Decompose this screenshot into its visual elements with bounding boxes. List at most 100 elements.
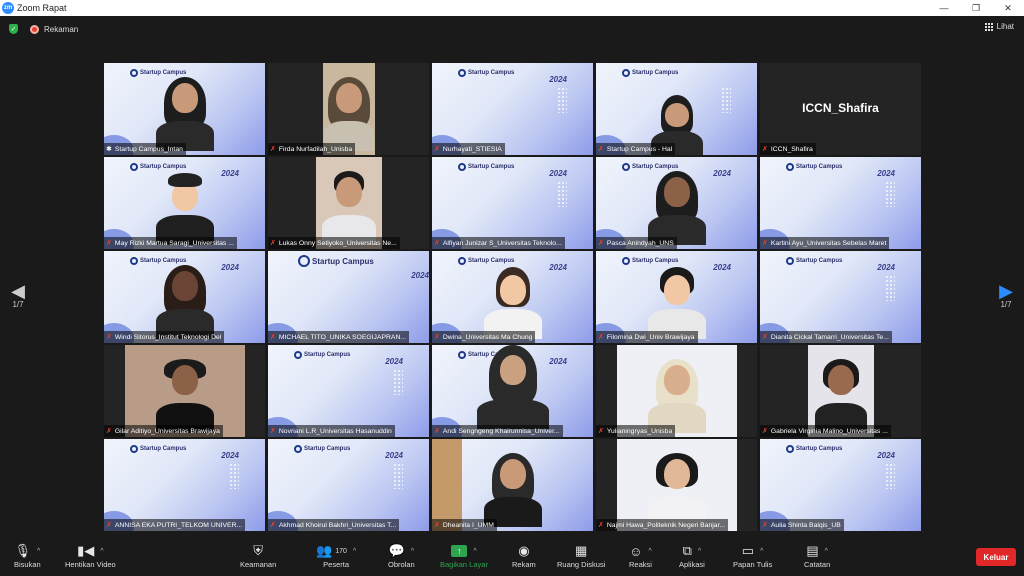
participant-tile[interactable]: Startup Campus 2024 ✗ Alfiyan Junizar S_U… <box>432 157 593 249</box>
participant-tile[interactable]: ✗ Najmi Hawa_Politeknik Negeri Banjar... <box>596 439 757 531</box>
participant-tile[interactable]: Startup Campus 2024 ✗ Novriani L.R_Univer… <box>268 345 429 437</box>
participant-tile[interactable]: Startup Campus ✱ Startup Campus_Intan <box>104 63 265 155</box>
participant-tile[interactable]: Startup Campus 2024 ✗ Filomina Dwi_Univ B… <box>596 251 757 343</box>
minimize-button[interactable]: — <box>928 0 960 16</box>
recording-icon <box>30 24 39 34</box>
participant-name-label: ✗ Akhmad Khoirul Bakhri_Universitas T... <box>268 519 400 531</box>
mic-muted-icon: ✗ <box>434 428 440 435</box>
startup-campus-logo: Startup Campus <box>458 257 514 265</box>
apps-icon: ⧉ <box>682 543 692 558</box>
startup-campus-logo: Startup Campus <box>458 163 514 171</box>
startup-campus-logo: Startup Campus <box>786 163 842 171</box>
chevron-up-icon[interactable]: ^ <box>648 548 651 555</box>
security-label: Keamanan <box>240 560 277 569</box>
maximize-button[interactable]: ❐ <box>960 0 992 16</box>
breakout-rooms-label: Ruang Diskusi <box>557 560 606 569</box>
participant-tile[interactable]: ✗ Gilar Aditiyo_Universitas Brawijaya <box>104 345 265 437</box>
startup-campus-logo: Startup Campus <box>622 69 678 77</box>
mic-muted-icon: ✗ <box>270 428 276 435</box>
whiteboard-button[interactable]: ▭ ^ Papan Tulis <box>733 542 772 569</box>
participant-tile[interactable]: Startup Campus 2024 ✗ Nurhayati_STIESIA <box>432 63 593 155</box>
apps-label: Aplikasi <box>679 560 705 569</box>
mic-muted-icon: ✗ <box>598 146 604 153</box>
zoom-app-icon: zm <box>2 2 14 14</box>
window-titlebar: zm Zoom Rapat — ❐ ✕ <box>0 0 1024 16</box>
slide-year: 2024 <box>713 263 731 272</box>
apps-button[interactable]: ⧉ ^ Aplikasi <box>679 542 705 569</box>
participant-tile[interactable]: ✗ Dheanita I_UMM <box>432 439 593 531</box>
participant-tile[interactable]: Startup Campus ✗ Startup Campus - Hal <box>596 63 757 155</box>
notes-button[interactable]: ▤ ^ Catatan <box>804 542 830 569</box>
participant-tile[interactable]: ✗ Firda Nurfadilah_Unisba <box>268 63 429 155</box>
participant-tile[interactable]: Startup Campus 2024 ✗ Kartini Ayu_Univers… <box>760 157 921 249</box>
previous-page-button[interactable]: ◀ 1/7 <box>6 282 30 309</box>
share-screen-label: Bagikan Layar <box>440 560 488 569</box>
stop-video-button[interactable]: ▮◀ ^ Hentikan Video <box>65 542 116 569</box>
encryption-shield-icon[interactable]: ✓ <box>9 24 18 34</box>
participant-name-label: ✗ Windi Sitorus_Institut Teknologi Del <box>104 331 225 343</box>
recording-label[interactable]: Rekaman <box>44 25 78 34</box>
breakout-rooms-button[interactable]: ▦ Ruang Diskusi <box>557 542 605 569</box>
record-button[interactable]: ◉ Rekam <box>512 542 536 569</box>
chevron-up-icon[interactable]: ^ <box>411 548 414 555</box>
security-button[interactable]: ⛨ Keamanan <box>240 542 276 569</box>
leave-button[interactable]: Keluar <box>976 548 1016 566</box>
chevron-up-icon[interactable]: ^ <box>698 548 701 555</box>
participant-name-label: ✗ Lukas Onny Setiyoko_Universitas Ne... <box>268 237 400 249</box>
chat-button[interactable]: 💬 ^ Obrolan <box>388 542 415 569</box>
shield-icon: ⛨ <box>253 543 264 558</box>
startup-campus-logo: Startup Campus <box>130 163 186 171</box>
chevron-up-icon[interactable]: ^ <box>353 548 356 555</box>
slide-year: 2024 <box>713 169 731 178</box>
mic-muted-icon: ✗ <box>270 146 276 153</box>
participant-name-label: ✗ Filomina Dwi_Univ Brawijaya <box>596 331 698 343</box>
participant-tile[interactable]: Startup Campus 2024 ✗ Andi Sengngeng Khai… <box>432 345 593 437</box>
meeting-toolbar: 🎙 ^ Bisukan ▮◀ ^ Hentikan Video ⛨ Keamanan… <box>0 539 1024 576</box>
share-screen-icon: ↑ <box>451 545 468 557</box>
slide-year: 2024 <box>385 357 403 366</box>
participant-name-label: ✱ Startup Campus_Intan <box>104 143 186 155</box>
mic-muted-icon: ✗ <box>762 146 768 153</box>
close-button[interactable]: ✕ <box>992 0 1024 16</box>
participant-tile[interactable]: ✗ Yulianingryas_Unisba <box>596 345 757 437</box>
view-button[interactable]: Lihat <box>984 22 1014 31</box>
participant-tile[interactable]: Startup Campus 2024 ✗ ANNISA EKA PUTRI_TE… <box>104 439 265 531</box>
participant-tile[interactable]: ✗ Lukas Onny Setiyoko_Universitas Ne... <box>268 157 429 249</box>
startup-campus-logo: Startup Campus <box>786 445 842 453</box>
chevron-up-icon[interactable]: ^ <box>473 548 476 555</box>
slide-year: 2024 <box>549 263 567 272</box>
slide-year: 2024 <box>877 451 895 460</box>
participant-tile[interactable]: Startup Campus 2024 ✗ MICHAEL TITO_UNIKA … <box>268 251 429 343</box>
slide-year: 2024 <box>549 169 567 178</box>
next-page-button[interactable]: ▶ 1/7 <box>994 282 1018 309</box>
mic-muted-icon: ✗ <box>762 240 768 247</box>
participant-tile[interactable]: Startup Campus 2024 ✗ May Rizki Martua Sa… <box>104 157 265 249</box>
reactions-button[interactable]: ☺ ^ Reaksi <box>629 542 652 570</box>
participants-icon: 👥 <box>316 543 333 558</box>
participant-tile[interactable]: Startup Campus 2024 ✗ Akhmad Khoirul Bakh… <box>268 439 429 531</box>
participant-tile[interactable]: Startup Campus 2024 ✗ Pasca Anindyah_UNS <box>596 157 757 249</box>
meeting-infobar: ✓ Rekaman Lihat <box>0 16 1024 42</box>
participant-tile[interactable]: ICCN_Shafira ✗ ICCN_Shafira <box>760 63 921 155</box>
participant-tile[interactable]: Startup Campus 2024 ✗ Aulia Shinta Balqis… <box>760 439 921 531</box>
participant-tile[interactable]: Startup Campus 2024 ✗ Dianita Cickal Tama… <box>760 251 921 343</box>
participant-name-label: ✗ Aulia Shinta Balqis_UB <box>760 519 844 531</box>
chevron-up-icon[interactable]: ^ <box>100 548 103 555</box>
participant-name-label: ✗ Nurhayati_STIESIA <box>432 143 505 155</box>
chevron-up-icon[interactable]: ^ <box>37 548 40 555</box>
participant-tile[interactable]: ✗ Gabriela Virginia Malino_Universitas ..… <box>760 345 921 437</box>
reactions-label: Reaksi <box>629 560 652 569</box>
participant-tile[interactable]: Startup Campus 2024 ✗ Dwina_Universitas M… <box>432 251 593 343</box>
participants-button[interactable]: 👥 170 ^ Peserta <box>316 542 356 569</box>
mic-muted-icon: ✗ <box>270 240 276 247</box>
chevron-up-icon[interactable]: ^ <box>760 548 763 555</box>
participant-tile[interactable]: Startup Campus 2024 ✗ Windi Sitorus_Insti… <box>104 251 265 343</box>
startup-campus-logo: Startup Campus <box>294 351 350 359</box>
share-screen-button[interactable]: ↑ ^ Bagikan Layar <box>440 542 488 569</box>
startup-campus-logo: Startup Campus <box>458 69 514 77</box>
participant-name-label: ✗ ICCN_Shafira <box>760 143 816 155</box>
slide-year: 2024 <box>411 271 429 280</box>
chevron-up-icon[interactable]: ^ <box>825 548 828 555</box>
mute-button[interactable]: 🎙 ^ Bisukan <box>14 542 41 569</box>
video-camera-icon: ▮◀ <box>77 543 95 558</box>
